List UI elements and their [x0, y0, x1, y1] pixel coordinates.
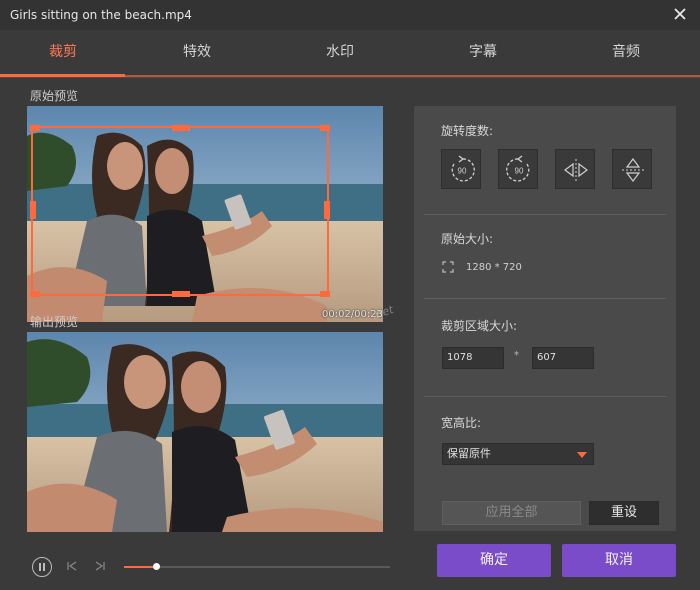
dropdown-caret-icon: [577, 452, 587, 458]
crop-handle[interactable]: [30, 291, 40, 297]
original-preview-label: 原始预览: [30, 89, 79, 103]
progress-thumb[interactable]: [153, 563, 160, 570]
crop-area-label: 裁剪区域大小:: [441, 319, 518, 333]
crop-height-input[interactable]: 607: [532, 347, 594, 369]
crop-handle[interactable]: [320, 125, 330, 131]
rotate-right-icon: 90: [506, 155, 530, 182]
svg-text:90: 90: [458, 167, 467, 176]
window-title: Girls sitting on the beach.mp4: [10, 8, 192, 22]
output-preview-label: 输出预览: [30, 315, 79, 329]
flip-horizontal-button[interactable]: [555, 149, 595, 189]
tab-subtitle[interactable]: 字幕: [423, 30, 543, 76]
resize-icon: [442, 261, 454, 273]
cancel-button[interactable]: 取消: [562, 544, 676, 577]
crop-handle[interactable]: [324, 201, 330, 219]
panel-divider: [424, 214, 666, 215]
rotate-left-button[interactable]: 90: [441, 149, 481, 189]
progress-track[interactable]: [124, 566, 390, 568]
active-tab-indicator: [0, 74, 125, 77]
tab-effects[interactable]: 特效: [137, 30, 257, 76]
original-size-value: 1280 * 720: [466, 262, 522, 273]
ok-button[interactable]: 确定: [437, 544, 551, 577]
svg-text:90: 90: [515, 167, 524, 176]
crop-handle[interactable]: [30, 125, 40, 131]
pause-icon: [43, 563, 45, 571]
rotation-label: 旋转度数:: [441, 124, 494, 138]
crop-width-input[interactable]: 1078: [442, 347, 504, 369]
crop-handle[interactable]: [30, 201, 36, 219]
crop-settings-panel: 旋转度数: 90 90 原始大小: 1280 * 720 裁剪区域大小: 107…: [414, 106, 676, 531]
original-preview[interactable]: 00:02/00:23: [27, 106, 383, 322]
original-size-label: 原始大小:: [441, 232, 494, 246]
tab-crop[interactable]: 裁剪: [3, 30, 123, 76]
tab-audio[interactable]: 音频: [566, 30, 686, 76]
output-preview: [27, 332, 383, 532]
title-bar: Girls sitting on the beach.mp4: [0, 0, 700, 30]
pause-icon: [38, 563, 41, 571]
flip-vertical-icon: [622, 158, 644, 182]
crop-handle[interactable]: [172, 125, 190, 131]
crop-handle[interactable]: [172, 291, 190, 297]
rotate-right-button[interactable]: 90: [498, 149, 538, 189]
apply-all-button[interactable]: 应用全部: [442, 501, 581, 525]
aspect-ratio-value: 保留原件: [447, 447, 491, 460]
next-icon[interactable]: [94, 560, 106, 572]
progress-fill: [124, 566, 156, 568]
tab-bar: 裁剪 特效 水印 字幕 音频: [0, 30, 700, 78]
player-controls: [30, 556, 390, 578]
crop-times-symbol: *: [514, 350, 519, 361]
output-preview-image: [27, 332, 383, 532]
close-icon[interactable]: [672, 6, 688, 22]
crop-handle[interactable]: [320, 291, 330, 297]
panel-divider: [424, 298, 666, 299]
flip-horizontal-icon: [564, 159, 588, 181]
previous-icon[interactable]: [66, 560, 78, 572]
pause-button[interactable]: [32, 557, 52, 577]
crop-selection-box[interactable]: [30, 125, 330, 297]
rotate-left-icon: 90: [451, 155, 475, 182]
aspect-ratio-label: 宽高比:: [441, 416, 482, 430]
panel-divider: [424, 396, 666, 397]
flip-vertical-button[interactable]: [612, 149, 652, 189]
tab-bar-divider: [125, 75, 700, 77]
aspect-ratio-select[interactable]: 保留原件: [442, 443, 594, 465]
tab-watermark[interactable]: 水印: [280, 30, 400, 76]
reset-button[interactable]: 重设: [589, 501, 659, 525]
